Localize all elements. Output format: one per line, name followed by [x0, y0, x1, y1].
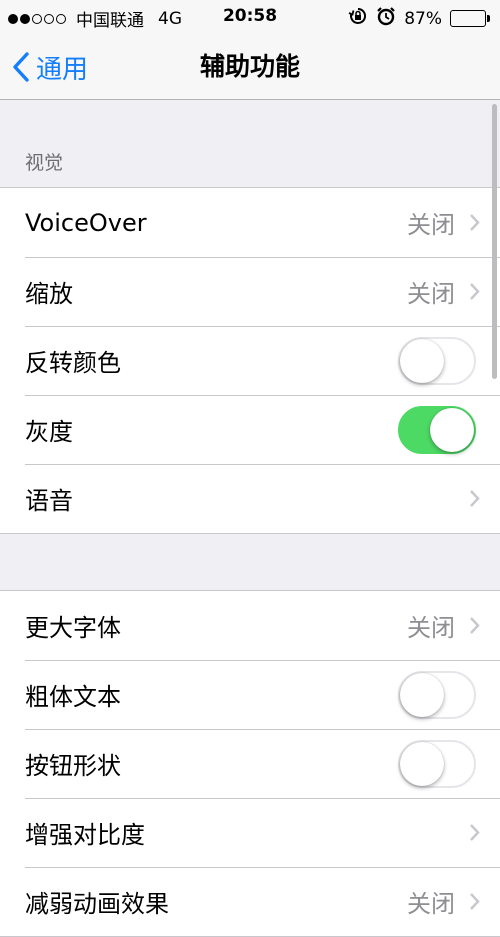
row-label: 灰度: [25, 418, 73, 446]
row-zoom[interactable]: 缩放 关闭: [0, 257, 500, 326]
row-label: 缩放: [25, 280, 73, 308]
grayscale-toggle[interactable]: [398, 405, 476, 454]
invert-colors-toggle[interactable]: [398, 336, 476, 385]
button-shapes-toggle[interactable]: [398, 739, 476, 788]
chevron-right-icon: [469, 282, 480, 301]
status-right: 87%: [348, 6, 490, 31]
row-label: 按钮形状: [25, 752, 121, 780]
row-button-shapes: 按钮形状: [0, 729, 500, 798]
battery-percent: 87%: [404, 8, 442, 29]
chevron-right-icon: [469, 823, 480, 842]
section-header-vision: 视觉: [0, 100, 500, 187]
row-label: VoiceOver: [25, 208, 147, 237]
alarm-clock-icon: [376, 6, 396, 31]
row-value: 关闭: [407, 280, 455, 308]
page-title: 辅助功能: [199, 52, 300, 81]
row-grayscale: 灰度: [0, 395, 500, 464]
row-label: 语音: [25, 487, 73, 515]
row-value: 关闭: [407, 890, 455, 918]
row-label: 粗体文本: [25, 683, 121, 711]
status-bar: 中国联通 4G 20:58 87%: [0, 0, 500, 34]
row-reduce-motion[interactable]: 减弱动画效果 关闭: [0, 867, 500, 936]
battery-icon: [450, 10, 490, 27]
row-value: 关闭: [407, 614, 455, 642]
row-label: 减弱动画效果: [25, 890, 169, 918]
chevron-right-icon: [469, 213, 480, 232]
chevron-right-icon: [469, 489, 480, 508]
section-header-label: 视觉: [25, 152, 64, 174]
row-bold-text: 粗体文本: [0, 660, 500, 729]
row-label: 增强对比度: [25, 821, 145, 849]
row-speech[interactable]: 语音: [0, 464, 500, 533]
row-label: 更大字体: [25, 614, 121, 642]
settings-group-vision: VoiceOver 关闭 缩放 关闭 反转颜色 灰度 语音: [0, 187, 500, 534]
row-larger-text[interactable]: 更大字体 关闭: [0, 591, 500, 660]
row-voiceover[interactable]: VoiceOver 关闭: [0, 188, 500, 257]
row-value: 关闭: [407, 211, 455, 239]
row-increase-contrast[interactable]: 增强对比度: [0, 798, 500, 867]
bold-text-toggle[interactable]: [398, 670, 476, 719]
navigation-bar: 通用 辅助功能: [0, 34, 500, 100]
settings-group-text: 更大字体 关闭 粗体文本 按钮形状 增强对比度 减弱动画效果 关闭: [0, 590, 500, 937]
settings-list[interactable]: 视觉 VoiceOver 关闭 缩放 关闭 反转颜色 灰度 语音 更大字体 关闭…: [0, 100, 500, 937]
chevron-right-icon: [469, 616, 480, 635]
row-invert-colors: 反转颜色: [0, 326, 500, 395]
row-label: 反转颜色: [25, 349, 121, 377]
chevron-right-icon: [469, 892, 480, 911]
rotation-lock-icon: [348, 6, 368, 31]
scrollbar[interactable]: [492, 104, 497, 379]
